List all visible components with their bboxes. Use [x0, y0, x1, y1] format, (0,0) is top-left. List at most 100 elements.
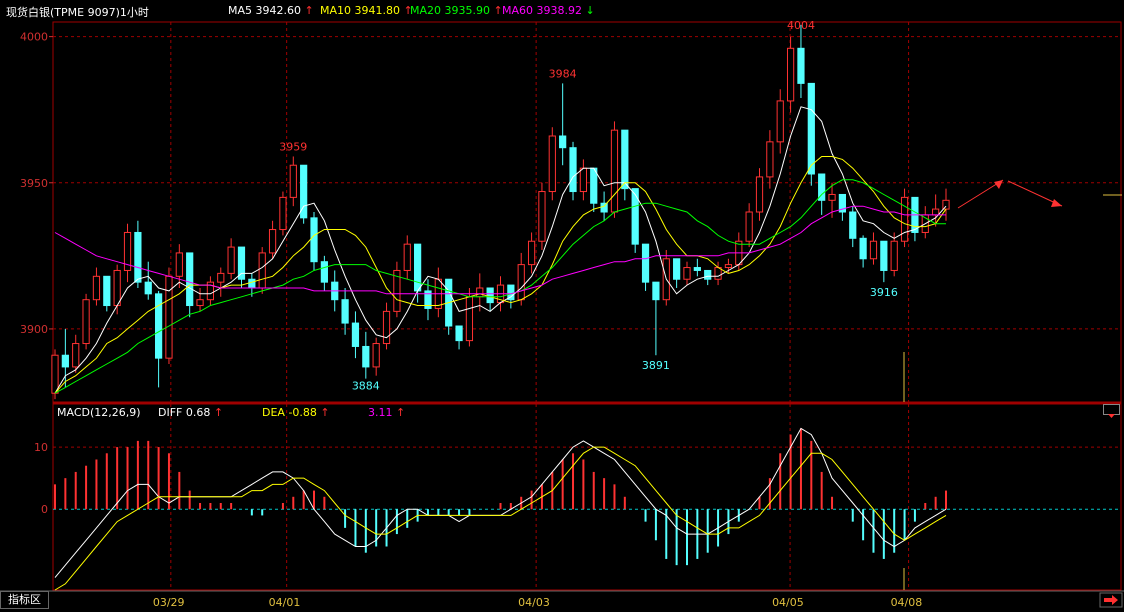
candle-body: [414, 243, 422, 292]
chart-title: 现货白银(TPME 9097)1小时: [6, 6, 149, 19]
chart-canvas: 3900 3950 4000 03/29 04/01 04/03 04/05 04/08 395…: [0, 19, 1124, 609]
macd-arrow: ↑: [396, 406, 406, 419]
macd-title: MACD(12,26,9): [57, 406, 141, 419]
candle-body: [154, 293, 163, 359]
price-annotation: 3916: [870, 286, 898, 299]
ma60-arrow: ↓: [585, 4, 595, 17]
candle-body: [289, 164, 297, 198]
candle-body: [258, 252, 266, 289]
candle-body: [786, 47, 795, 102]
candle-body: [72, 343, 80, 368]
candle-body: [268, 229, 277, 254]
candle-body: [631, 188, 639, 245]
candle-body: [175, 252, 183, 277]
candle-body: [113, 269, 121, 307]
candle-body: [828, 193, 836, 201]
macd-tick-label: 10: [34, 441, 48, 454]
ma5-legend: MA5 3942.60 ↑: [228, 4, 314, 17]
price-tick-label: 3950: [20, 177, 48, 190]
candle-body: [476, 287, 484, 298]
candle-body: [382, 310, 391, 345]
indicator-area-tab[interactable]: 指标区: [0, 591, 49, 609]
dea-legend: DEA -0.88 ↑: [262, 406, 330, 419]
ma20-label: MA20 3935.90: [410, 4, 490, 17]
candle-body: [693, 267, 701, 271]
price-annotation: 3959: [279, 140, 307, 153]
candle-body: [486, 287, 494, 304]
ma5-label: MA5 3942.60: [228, 4, 301, 17]
candle-body: [227, 246, 235, 274]
price-annotation: 4004: [787, 19, 815, 32]
candle-body: [196, 299, 204, 307]
diff-label: DIFF 0.68: [158, 406, 211, 419]
candle-body: [797, 47, 805, 84]
date-tick-label: 04/01: [269, 596, 301, 609]
price-annotation: 3984: [549, 67, 577, 80]
dea-label: DEA -0.88: [262, 406, 317, 419]
ma60-legend: MA60 3938.92 ↓: [502, 4, 595, 17]
candle-body: [559, 135, 567, 149]
price-panel-frame: [52, 21, 1122, 403]
macd-value: 3.11: [368, 406, 393, 419]
candle-body: [849, 211, 857, 239]
dropdown-triangle-icon: [1108, 414, 1115, 418]
candle-body: [372, 343, 380, 368]
candle-body: [527, 240, 536, 266]
candle-body: [942, 199, 950, 210]
candle-body: [341, 299, 349, 324]
candle-body: [704, 269, 712, 280]
scroll-right-button[interactable]: [1099, 592, 1123, 608]
ma10-label: MA10 3941.80: [320, 4, 400, 17]
candle-body: [538, 191, 546, 242]
candle-body: [590, 167, 598, 204]
macd-value-legend: 3.11 ↑: [368, 406, 405, 419]
candle-body: [932, 208, 940, 216]
price-tick-label: 4000: [20, 31, 48, 44]
candle-body: [621, 129, 629, 190]
date-tick-label: 03/29: [153, 596, 185, 609]
candle-body: [652, 281, 660, 301]
price-tick-label: 3900: [20, 323, 48, 336]
candle-body: [465, 296, 474, 342]
candle-body: [82, 299, 90, 345]
candle-body: [362, 345, 370, 368]
candle-body: [600, 202, 608, 213]
candle-body: [186, 252, 194, 307]
price-annotation: 3891: [642, 359, 670, 372]
candle-body: [144, 281, 152, 295]
candle-body: [859, 237, 867, 260]
candle-body: [673, 258, 681, 280]
candle-body: [237, 246, 246, 280]
candle-body: [403, 243, 411, 271]
candle-body: [351, 322, 360, 347]
date-tick-label: 04/08: [891, 596, 923, 609]
candle-body: [61, 354, 69, 368]
panel-dropdown-button[interactable]: [1103, 404, 1120, 418]
ma10-legend: MA10 3941.80 ↑: [320, 4, 413, 17]
candle-body: [248, 278, 256, 289]
candle-body: [766, 141, 774, 178]
candle-body: [900, 196, 909, 242]
candle-body: [724, 264, 733, 269]
candle-body: [579, 167, 587, 193]
candle-body: [755, 176, 764, 213]
macd-tick-label: 0: [41, 503, 48, 516]
price-annotation: 3884: [352, 380, 380, 393]
candle-body: [548, 135, 556, 193]
candle-body: [683, 267, 691, 280]
candle-body: [279, 196, 287, 231]
candle-body: [92, 275, 101, 301]
dea-arrow: ↑: [320, 406, 330, 419]
date-tick-label: 04/05: [772, 596, 804, 609]
candle-body: [134, 231, 142, 283]
dea-line: [54, 446, 947, 591]
candle-body: [569, 147, 577, 193]
candle-body: [610, 129, 619, 213]
forecast-arrowhead-down: [1051, 199, 1062, 207]
ma20-legend: MA20 3935.90 ↑: [410, 4, 503, 17]
diff-legend: DIFF 0.68 ↑: [158, 406, 223, 419]
candle-body: [517, 264, 525, 301]
date-tick-label: 04/03: [518, 596, 550, 609]
candle-body: [310, 217, 318, 263]
scroll-right-arrow-icon: [1099, 592, 1123, 608]
